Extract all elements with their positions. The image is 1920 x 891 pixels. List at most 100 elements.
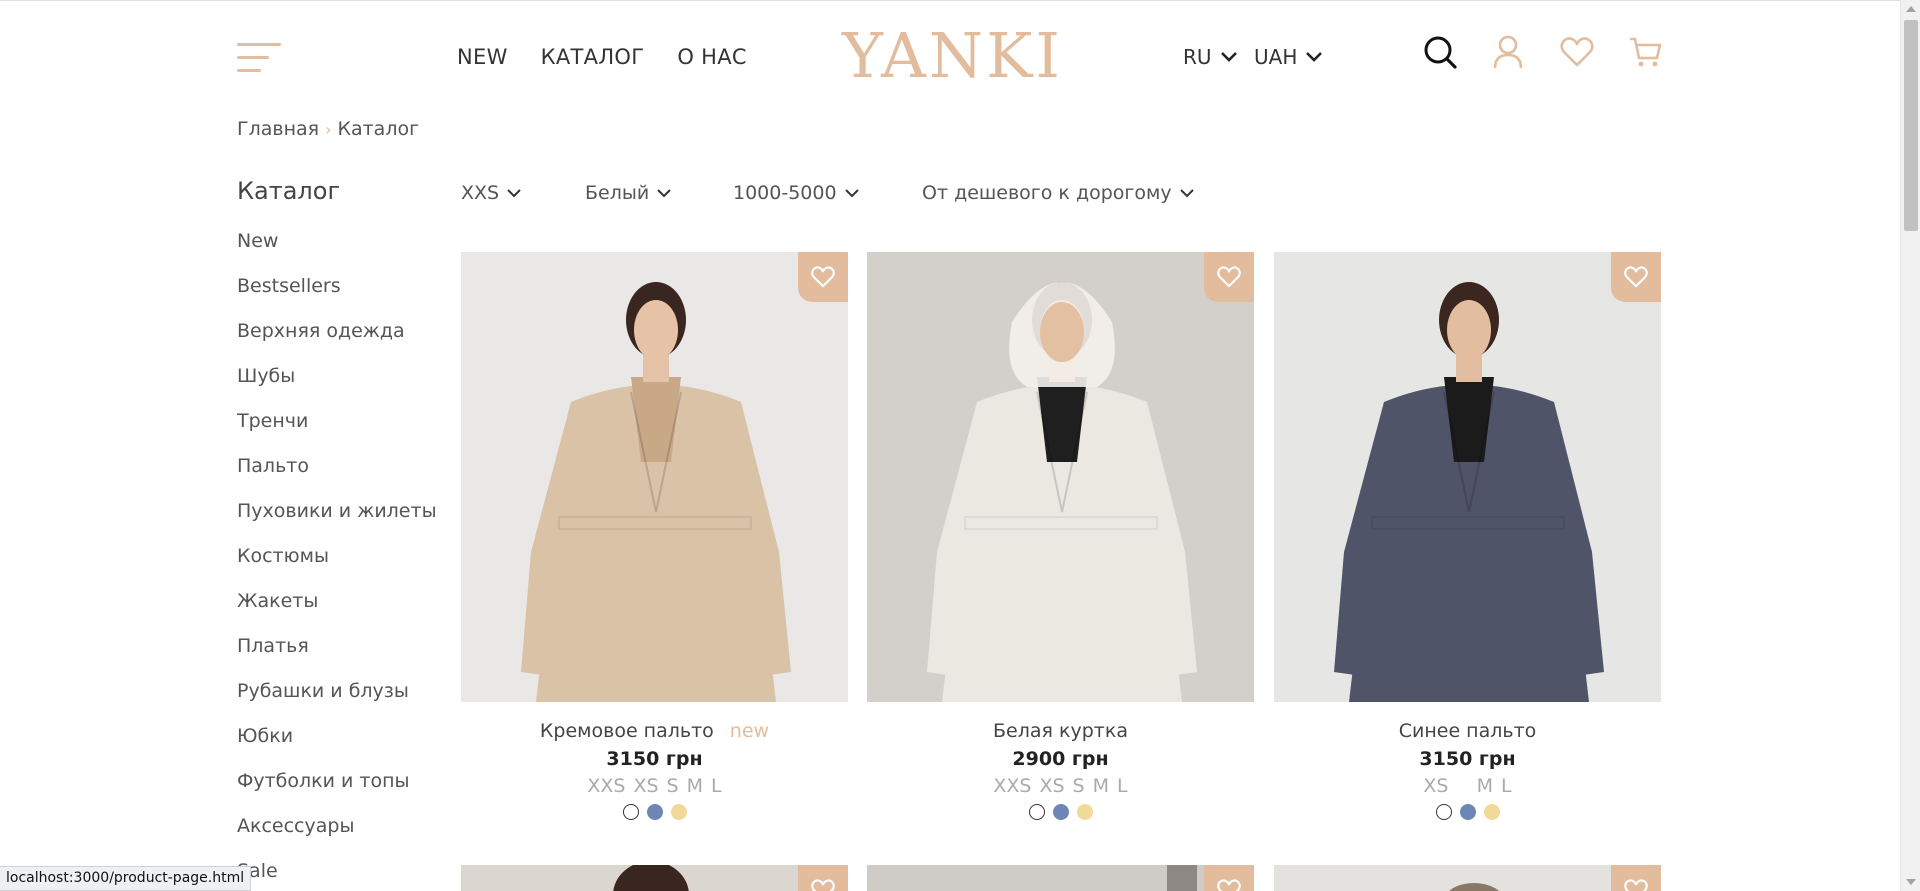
product-photo-partial [1167,865,1197,891]
product-card[interactable]: Синее пальто 3150 грн XS ML [1274,252,1661,820]
color-swatch[interactable] [646,804,663,820]
size-option[interactable]: XS [1039,775,1064,797]
size-option[interactable]: M [687,775,703,797]
size-option[interactable]: S [1073,775,1085,797]
sidebar-item-sale[interactable]: Sale [237,856,437,891]
size-option[interactable]: XXS [993,775,1031,797]
status-url-preview: localhost:3000/product-page.html [0,866,252,891]
favorite-button[interactable] [1611,865,1661,891]
product-price: 2900 грн [1012,748,1109,770]
price-filter-value: 1000-5000 [733,182,837,204]
size-option[interactable] [1456,775,1468,797]
product-price: 3150 грн [1419,748,1516,770]
price-filter[interactable]: 1000-5000 [733,182,859,204]
breadcrumb-home-link[interactable]: Главная [237,118,319,140]
nav-catalog-link[interactable]: КАТАЛОГ [541,45,645,69]
scrollbar-thumb[interactable] [1904,20,1918,231]
vertical-scrollbar[interactable] [1900,0,1920,891]
color-swatch[interactable] [1483,804,1500,820]
size-option[interactable]: L [1501,775,1512,797]
color-swatch[interactable] [1028,804,1045,820]
favorite-button[interactable] [798,252,848,302]
currency-selector[interactable]: UAH [1254,45,1323,69]
product-card-partial[interactable] [1274,865,1661,891]
menu-burger-icon[interactable] [237,41,281,75]
size-option[interactable]: M [1477,775,1493,797]
color-swatch[interactable] [1076,804,1093,820]
nav-new-link[interactable]: NEW [457,45,508,69]
color-swatch[interactable] [622,804,639,820]
sort-filter-value: От дешевого к дорогому [922,182,1172,204]
size-option[interactable]: S [667,775,679,797]
heart-icon [811,879,835,891]
sidebar-item-trenches[interactable]: Тренчи [237,406,437,451]
color-swatch[interactable] [1435,804,1452,820]
size-option[interactable]: XXS [587,775,625,797]
scroll-down-arrow[interactable] [1906,879,1916,885]
product-colors [867,804,1254,820]
scroll-up-arrow[interactable] [1906,6,1916,12]
page-viewport: NEW КАТАЛОГ О НАС YANKI RU UAH Главная ›… [0,0,1900,891]
color-swatch[interactable] [1459,804,1476,820]
favorite-button[interactable] [798,865,848,891]
sidebar-item-bestsellers[interactable]: Bestsellers [237,271,437,316]
product-name[interactable]: Белая куртка [993,720,1128,742]
product-name-row: Кремовое пальто new [461,720,848,746]
size-filter-value: XXS [461,182,500,204]
user-icon[interactable] [1490,34,1526,70]
currency-value: UAH [1254,45,1298,69]
product-photo[interactable] [867,252,1254,702]
sidebar-item-new[interactable]: New [237,226,437,271]
sidebar-item-accessories[interactable]: Аксессуары [237,811,437,856]
size-option[interactable]: M [1093,775,1109,797]
favorite-button[interactable] [1204,865,1254,891]
heart-icon[interactable] [1559,34,1595,70]
size-option[interactable]: L [1117,775,1128,797]
favorite-button[interactable] [1611,252,1661,302]
chevron-down-icon [507,189,521,198]
sort-filter[interactable]: От дешевого к дорогому [922,182,1194,204]
product-photo-partial [613,865,689,891]
chevron-down-icon [1220,52,1237,62]
sidebar-item-tshirts[interactable]: Футболки и топы [237,766,437,811]
sidebar-item-coats[interactable]: Пальто [237,451,437,496]
color-swatch[interactable] [670,804,687,820]
product-photo[interactable] [1274,252,1661,702]
sidebar-item-shirts[interactable]: Рубашки и блузы [237,676,437,721]
sidebar-item-down-jackets[interactable]: Пуховики и жилеты [237,496,437,541]
product-photo-image [867,252,1254,702]
language-value: RU [1183,45,1212,69]
color-swatch[interactable] [1052,804,1069,820]
size-option[interactable]: XS [1423,775,1448,797]
color-filter[interactable]: Белый [585,182,671,204]
product-name[interactable]: Кремовое пальто [540,720,714,742]
sidebar-item-suits[interactable]: Костюмы [237,541,437,586]
brand-logo[interactable]: YANKI [842,19,1063,93]
sidebar-item-outerwear[interactable]: Верхняя одежда [237,316,437,361]
product-name[interactable]: Синее пальто [1399,720,1537,742]
sidebar-item-dresses[interactable]: Платья [237,631,437,676]
chevron-down-icon [1306,52,1323,62]
sidebar-item-blazers[interactable]: Жакеты [237,586,437,631]
product-card[interactable]: Кремовое пальто new 3150 грн XXS XS S M L [461,252,848,820]
sidebar-item-skirts[interactable]: Юбки [237,721,437,766]
sidebar-item-furs[interactable]: Шубы [237,361,437,406]
product-photo[interactable] [461,252,848,702]
size-filter[interactable]: XXS [461,182,521,204]
size-option[interactable]: XS [633,775,658,797]
favorite-button[interactable] [1204,252,1254,302]
product-card-partial[interactable] [867,865,1254,891]
chevron-down-icon [657,189,671,198]
menu-line [237,69,261,72]
size-option[interactable]: L [711,775,722,797]
product-photo-image [461,252,848,702]
product-photo-partial [1449,883,1499,891]
cart-icon[interactable] [1628,34,1664,70]
product-card[interactable]: Белая куртка 2900 грн XXS XS S M L [867,252,1254,820]
product-card-partial[interactable] [461,865,848,891]
color-filter-value: Белый [585,182,650,204]
language-selector[interactable]: RU [1183,45,1238,69]
search-icon[interactable] [1422,34,1458,70]
nav-about-link[interactable]: О НАС [677,45,747,69]
heart-icon [1624,879,1648,891]
